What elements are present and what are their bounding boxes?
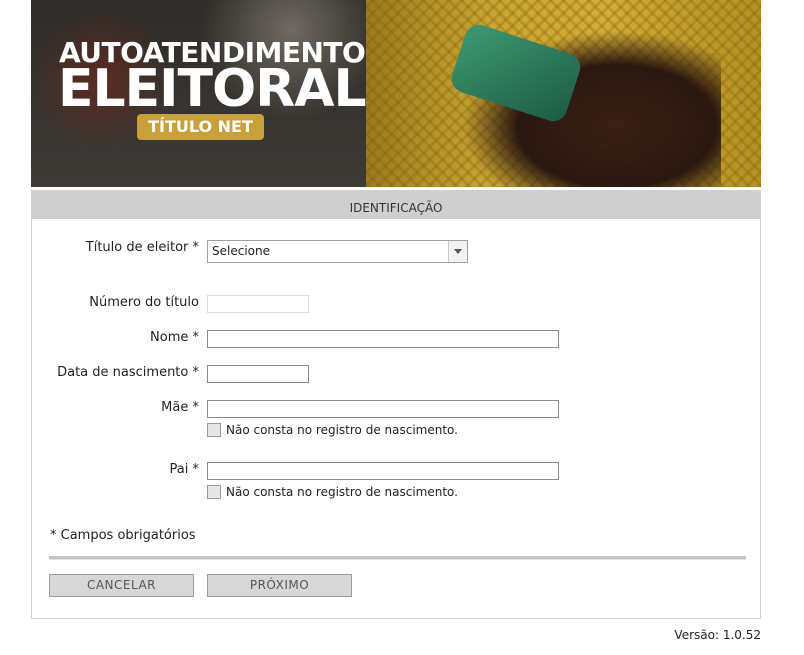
nascimento-field[interactable]: [207, 365, 309, 383]
titulo-select[interactable]: Selecione: [207, 240, 468, 263]
numero-label: Número do título: [89, 295, 199, 310]
header-banner: AUTOATENDIMENTO ELEITORAL TÍTULO NET: [31, 0, 761, 187]
next-button[interactable]: PRÓXIMO: [207, 574, 352, 597]
nascimento-label: Data de nascimento *: [57, 365, 199, 380]
divider: [49, 556, 746, 560]
section-title: IDENTIFICAÇÃO: [32, 191, 760, 219]
cancel-button[interactable]: CANCELAR: [49, 574, 194, 597]
pai-nao-consta-label: Não consta no registro de nascimento.: [226, 485, 458, 499]
mae-field[interactable]: [207, 400, 559, 418]
numero-field: [207, 295, 309, 313]
mae-label: Mãe *: [161, 400, 199, 415]
titulo-select-value: Selecione: [212, 244, 270, 258]
pai-label: Pai *: [169, 462, 199, 477]
required-fields-note: * Campos obrigatórios: [50, 528, 196, 543]
mae-nao-consta-label: Não consta no registro de nascimento.: [226, 423, 458, 437]
banner-title-line2: ELEITORAL: [58, 59, 367, 119]
identification-panel: IDENTIFICAÇÃO Título de eleitor * Seleci…: [31, 190, 761, 619]
nome-field[interactable]: [207, 330, 559, 348]
pai-field[interactable]: [207, 462, 559, 480]
chevron-down-icon[interactable]: [448, 241, 467, 262]
mae-nao-consta-checkbox[interactable]: [207, 423, 221, 437]
version-label: Versão: 1.0.52: [674, 628, 761, 642]
titulo-label: Título de eleitor *: [85, 240, 199, 255]
banner-badge: TÍTULO NET: [137, 114, 264, 140]
pai-nao-consta-checkbox[interactable]: [207, 485, 221, 499]
nome-label: Nome *: [150, 330, 199, 345]
